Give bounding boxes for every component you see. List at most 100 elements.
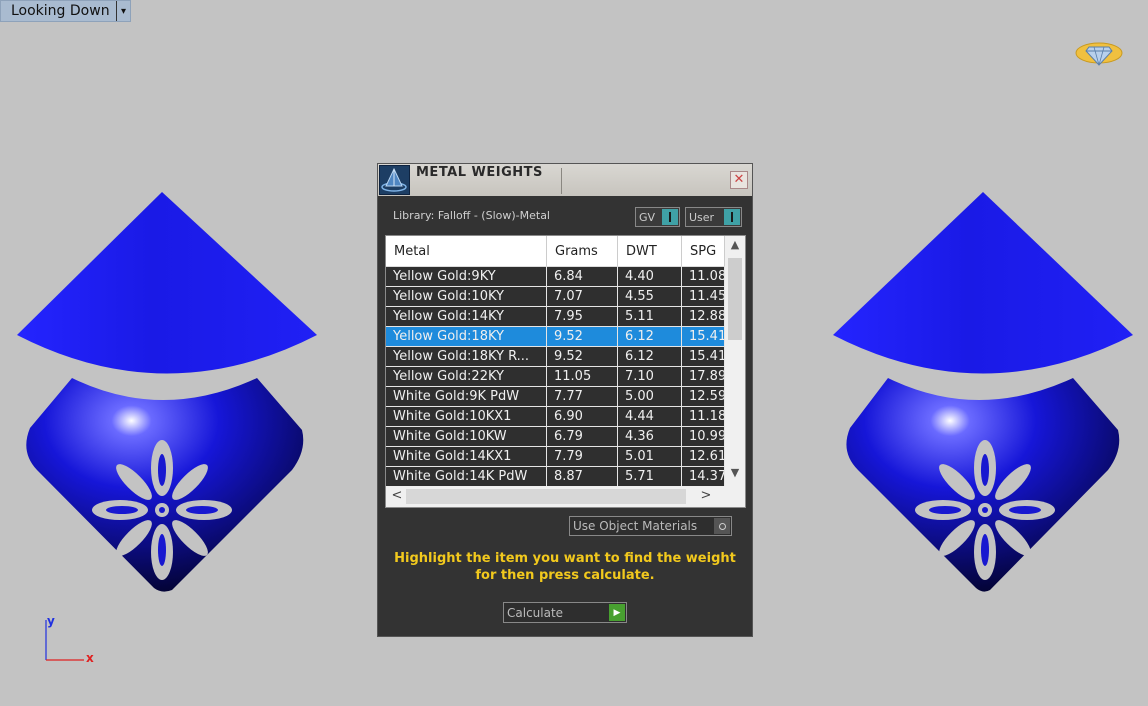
cell-grams: 7.95 — [547, 307, 618, 326]
app-logo-icon — [379, 165, 410, 195]
cell-dwt: 5.00 — [618, 387, 682, 406]
cell-metal: Yellow Gold:10KY — [386, 287, 547, 306]
table-row[interactable]: White Gold:10KX1 6.90 4.44 11.18 — [386, 407, 725, 427]
scroll-right-icon[interactable]: > — [697, 488, 715, 503]
calculate-button[interactable]: Calculate ▶ — [503, 602, 627, 623]
table-row[interactable]: Yellow Gold:10KY 7.07 4.55 11.45 — [386, 287, 725, 307]
table-row[interactable]: White Gold:9K PdW 7.77 5.00 12.59 — [386, 387, 725, 407]
library-label: Library: Falloff - (Slow)-Metal — [393, 209, 550, 222]
table-row[interactable]: White Gold:10KW 6.79 4.36 10.99 — [386, 427, 725, 447]
close-icon[interactable]: ✕ — [730, 171, 748, 189]
cell-spg: 12.61 — [682, 447, 725, 466]
cell-grams: 7.07 — [547, 287, 618, 306]
table-row[interactable]: White Gold:14K PdW 8.87 5.71 14.37 — [386, 467, 725, 487]
cell-dwt: 6.12 — [618, 347, 682, 366]
cell-dwt: 4.40 — [618, 267, 682, 286]
table-row[interactable]: Yellow Gold:14KY 7.95 5.11 12.88 — [386, 307, 725, 327]
table-row[interactable]: Yellow Gold:22KY 11.05 7.10 17.89 — [386, 367, 725, 387]
instruction-line-2: for then press calculate. — [475, 568, 655, 583]
metal-table[interactable]: Metal Grams DWT SPG Yellow Gold:9KY 6.84 4… — [385, 235, 746, 508]
vertical-scrollbar[interactable]: ▲ ▼ — [725, 236, 745, 486]
horizontal-scroll-thumb[interactable] — [406, 489, 686, 504]
cell-dwt: 5.11 — [618, 307, 682, 326]
dialog-titlebar[interactable]: METAL WEIGHTS ✕ — [378, 164, 752, 196]
gv-toggle-label: GV — [639, 210, 656, 224]
cell-dwt: 4.44 — [618, 407, 682, 426]
cell-spg: 12.59 — [682, 387, 725, 406]
toggle-indicator-icon — [662, 209, 678, 225]
viewport-label: Looking Down — [11, 3, 110, 19]
axis-y-label: y — [47, 614, 55, 628]
instruction-line-1: Highlight the item you want to find the … — [394, 551, 736, 566]
cell-metal: White Gold:14K PdW — [386, 467, 547, 486]
cell-metal: Yellow Gold:18KY R... — [386, 347, 547, 366]
cell-grams: 11.05 — [547, 367, 618, 386]
cell-metal: Yellow Gold:18KY — [386, 327, 547, 346]
table-row[interactable]: Yellow Gold:18KY R... 9.52 6.12 15.41 — [386, 347, 725, 367]
dialog-title: METAL WEIGHTS — [416, 165, 543, 180]
cell-spg: 15.41 — [682, 327, 725, 346]
metal-weights-dialog: METAL WEIGHTS ✕ Library: Falloff - (Slow… — [377, 163, 753, 637]
calculate-label: Calculate — [507, 605, 564, 620]
object-materials-label: Use Object Materials — [573, 519, 698, 533]
cell-dwt: 4.55 — [618, 287, 682, 306]
cell-spg: 15.41 — [682, 347, 725, 366]
cell-spg: 12.88 — [682, 307, 725, 326]
chevron-down-icon[interactable]: ▾ — [116, 1, 130, 21]
cell-metal: White Gold:9K PdW — [386, 387, 547, 406]
cell-grams: 9.52 — [547, 327, 618, 346]
user-toggle-label: User — [689, 210, 715, 224]
column-header-grams[interactable]: Grams — [547, 236, 618, 266]
user-toggle[interactable]: User — [685, 207, 742, 227]
vertical-scroll-thumb[interactable] — [728, 258, 742, 340]
cell-grams: 6.90 — [547, 407, 618, 426]
cell-dwt: 7.10 — [618, 367, 682, 386]
object-materials-dropdown[interactable]: Use Object Materials — [569, 516, 732, 536]
cell-spg: 11.08 — [682, 267, 725, 286]
table-header: Metal Grams DWT SPG — [386, 236, 725, 266]
cell-dwt: 4.36 — [618, 427, 682, 446]
cell-grams: 7.79 — [547, 447, 618, 466]
cell-spg: 14.37 — [682, 467, 725, 486]
table-row[interactable]: Yellow Gold:9KY 6.84 4.40 11.08 — [386, 267, 725, 287]
cell-spg: 11.45 — [682, 287, 725, 306]
cell-dwt: 5.71 — [618, 467, 682, 486]
cell-spg: 10.99 — [682, 427, 725, 446]
gem-icon[interactable] — [1074, 38, 1124, 68]
gv-toggle[interactable]: GV — [635, 207, 680, 227]
titlebar-divider — [561, 168, 562, 194]
cell-dwt: 6.12 — [618, 327, 682, 346]
axis-gizmo: y x — [45, 614, 94, 665]
scrollbar-corner — [725, 486, 745, 507]
cell-metal: White Gold:14KX1 — [386, 447, 547, 466]
right-earring-model — [833, 192, 1133, 592]
viewport-label-dropdown[interactable]: Looking Down ▾ — [0, 0, 131, 22]
cell-grams: 9.52 — [547, 347, 618, 366]
table-row[interactable]: Yellow Gold:18KY 9.52 6.12 15.41 — [386, 327, 725, 347]
cell-metal: White Gold:10KX1 — [386, 407, 547, 426]
cell-metal: Yellow Gold:14KY — [386, 307, 547, 326]
cell-spg: 11.18 — [682, 407, 725, 426]
left-earring-model — [17, 192, 317, 592]
cell-grams: 6.84 — [547, 267, 618, 286]
table-body: Yellow Gold:9KY 6.84 4.40 11.08 Yellow Gold:… — [386, 267, 725, 487]
cell-metal: Yellow Gold:9KY — [386, 267, 547, 286]
cell-grams: 8.87 — [547, 467, 618, 486]
column-header-spg[interactable]: SPG — [682, 236, 725, 266]
column-header-dwt[interactable]: DWT — [618, 236, 682, 266]
scroll-up-icon[interactable]: ▲ — [725, 238, 745, 256]
instruction-text: Highlight the item you want to find the … — [378, 550, 752, 584]
cell-dwt: 5.01 — [618, 447, 682, 466]
scroll-left-icon[interactable]: < — [388, 488, 406, 503]
cell-grams: 7.77 — [547, 387, 618, 406]
column-header-metal[interactable]: Metal — [386, 236, 547, 266]
cell-spg: 17.89 — [682, 367, 725, 386]
table-row[interactable]: White Gold:14KX1 7.79 5.01 12.61 — [386, 447, 725, 467]
play-icon[interactable]: ▶ — [609, 604, 625, 621]
horizontal-scrollbar[interactable]: < > — [386, 486, 725, 507]
cell-metal: Yellow Gold:22KY — [386, 367, 547, 386]
scroll-down-icon[interactable]: ▼ — [725, 466, 745, 484]
toggle-indicator-icon — [724, 209, 740, 225]
radio-icon[interactable] — [714, 518, 730, 534]
cell-grams: 6.79 — [547, 427, 618, 446]
